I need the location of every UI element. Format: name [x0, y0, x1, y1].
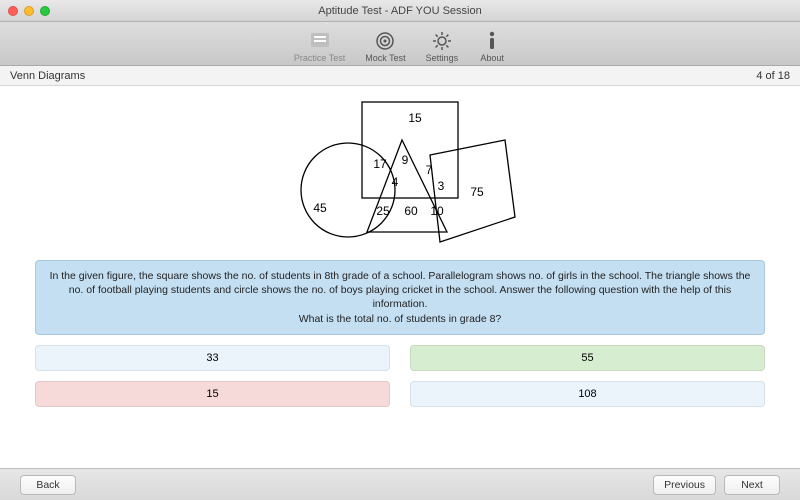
answer-option-c[interactable]: 15	[35, 381, 390, 407]
gear-icon	[428, 29, 456, 53]
footer-bar: Back Previous Next	[0, 468, 800, 500]
back-label: Back	[36, 479, 59, 491]
answer-a-label: 33	[206, 352, 218, 364]
region-square-circle: 17	[373, 157, 387, 171]
previous-label: Previous	[664, 479, 705, 491]
content-area: 15 17 9 4 7 3 45 25 60 10 75 In the give…	[0, 86, 800, 468]
next-button[interactable]: Next	[724, 475, 780, 495]
window-controls	[0, 6, 50, 16]
question-text: In the given figure, the square shows th…	[35, 260, 765, 335]
answer-c-label: 15	[206, 388, 218, 400]
progress-label: 4 of 18	[756, 70, 790, 82]
region-sq-tri-para: 7	[426, 163, 433, 177]
region-square-triangle: 9	[402, 153, 409, 167]
previous-button[interactable]: Previous	[653, 475, 716, 495]
practice-test-label: Practice Test	[294, 53, 345, 63]
settings-label: Settings	[426, 53, 459, 63]
region-circ-tri: 25	[376, 204, 390, 218]
practice-test-tab[interactable]: Practice Test	[294, 29, 345, 63]
info-icon	[478, 29, 506, 53]
infobar: Venn Diagrams 4 of 18	[0, 66, 800, 86]
region-triangle-only: 60	[404, 204, 418, 218]
question-line-2: What is the total no. of students in gra…	[299, 313, 502, 325]
mock-test-label: Mock Test	[365, 53, 405, 63]
minimize-window-button[interactable]	[24, 6, 34, 16]
answer-option-d[interactable]: 108	[410, 381, 765, 407]
practice-test-icon	[306, 29, 334, 53]
mock-test-icon	[371, 29, 399, 53]
close-window-button[interactable]	[8, 6, 18, 16]
nav-buttons: Previous Next	[653, 475, 780, 495]
venn-diagram: 15 17 9 4 7 3 45 25 60 10 75	[255, 92, 545, 252]
answer-grid: 33 55 15 108	[35, 345, 765, 407]
answer-d-label: 108	[578, 388, 596, 400]
question-line-1: In the given figure, the square shows th…	[50, 270, 751, 310]
mock-test-tab[interactable]: Mock Test	[365, 29, 405, 63]
toolbar: Practice Test Mock Test Settings About	[0, 22, 800, 66]
region-sq-tri-circ: 4	[392, 175, 399, 189]
section-title: Venn Diagrams	[10, 70, 85, 82]
about-tab[interactable]: About	[478, 29, 506, 63]
zoom-window-button[interactable]	[40, 6, 50, 16]
answer-option-a[interactable]: 33	[35, 345, 390, 371]
region-tri-para: 10	[430, 204, 444, 218]
next-label: Next	[741, 479, 763, 491]
region-sq-para: 3	[438, 179, 445, 193]
answer-b-label: 55	[581, 352, 593, 364]
titlebar: Aptitude Test - ADF YOU Session	[0, 0, 800, 22]
region-para-only: 75	[470, 185, 484, 199]
region-circle-only: 45	[313, 201, 327, 215]
about-label: About	[480, 53, 504, 63]
answer-option-b[interactable]: 55	[410, 345, 765, 371]
region-square-only: 15	[408, 111, 422, 125]
back-button[interactable]: Back	[20, 475, 76, 495]
settings-tab[interactable]: Settings	[426, 29, 459, 63]
window-title: Aptitude Test - ADF YOU Session	[0, 5, 800, 17]
